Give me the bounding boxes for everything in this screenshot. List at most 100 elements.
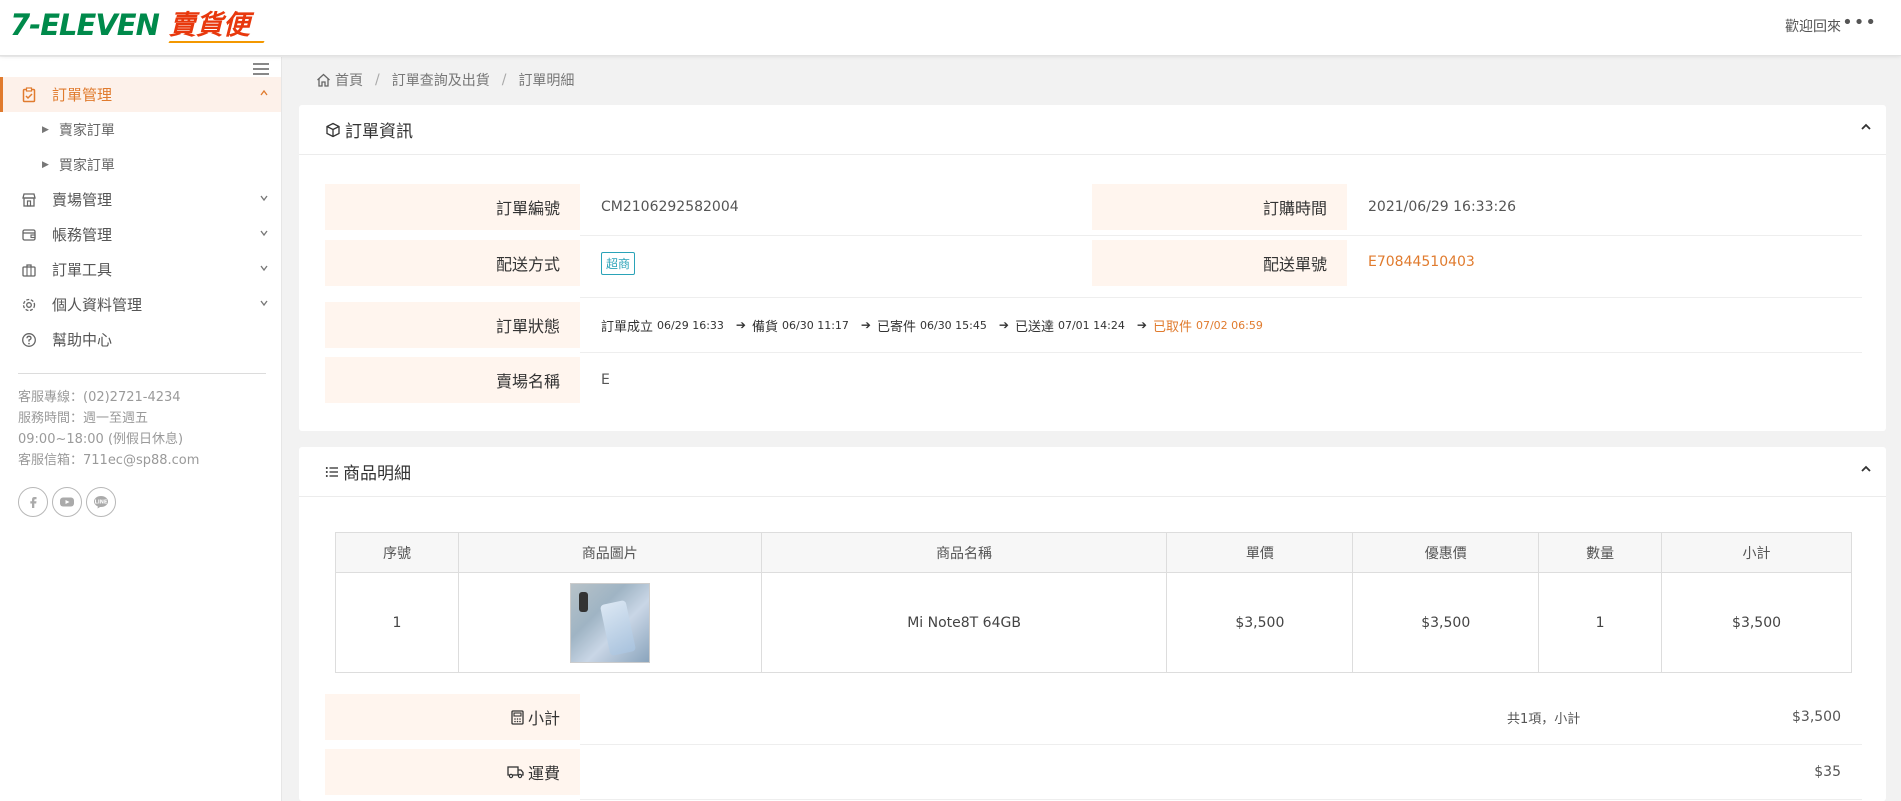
subtotal-note: 共1項，小計 [1507,711,1581,727]
calculator-icon [511,709,524,725]
order-info-header: 訂單資訊 [299,105,1886,155]
sidebar: 訂單管理 ▶ 賣家訂單 ▶ 買家訂單 賣場管理 帳務管理 訂單工具 個人資料管理… [0,57,282,801]
shipping-value: $35 [1814,764,1841,780]
status-step-name: 已送達 [1014,319,1054,335]
arrow-right-icon: ➔ [1136,318,1147,332]
sidebar-item-store-management[interactable]: 賣場管理 [0,182,281,217]
contact-info: 客服專線：(02)2721-4234 服務時間：週一至週五 09:00~18:0… [18,387,199,471]
sidebar-item-label: 訂單工具 [52,261,113,279]
status-step-time: 07/01 14:24 [1057,318,1125,332]
breadcrumb-current: 訂單明細 [518,73,575,89]
logo[interactable]: 7-ELEVEN 賣貨便 [10,11,250,40]
sidebar-divider [18,373,266,374]
order-status-value: 訂單成立 06/29 16:33 ➔ 備貨 06/30 11:17 ➔ 已寄件 … [601,302,1263,348]
shipping-label-text: 運費 [527,764,560,783]
chevron-up-icon [259,87,269,101]
clipboard-check-icon [20,86,38,104]
status-step-name: 備貨 [751,319,778,335]
chevron-down-icon [259,262,269,276]
order-no-value: CM2106292582004 [601,199,739,215]
chevron-down-icon [259,192,269,206]
sidebar-item-label: 幫助中心 [52,331,113,349]
briefcase-icon [20,261,38,279]
sidebar-item-seller-orders[interactable]: ▶ 賣家訂單 [0,112,281,147]
box-icon [325,122,341,138]
card-title: 訂單資訊 [345,122,413,142]
contact-line: 客服信箱：711ec@sp88.com [18,453,200,468]
table-header-row: 序號 商品圖片 商品名稱 單價 優惠價 數量 小計 [335,532,1852,573]
product-detail-header: 商品明細 [299,447,1886,497]
wallet-icon [20,226,38,244]
order-no-label: 訂單編號 [325,184,580,230]
cell-image [457,572,762,673]
cell-price: $3,500 [1166,572,1354,673]
logo-main: 7-ELEVEN [10,8,160,42]
breadcrumb-home[interactable]: 首頁 [335,70,363,90]
line-icon[interactable]: LINE [86,487,116,517]
contact-line: 服務時間：週一至週五 [18,411,149,426]
collapse-icon[interactable] [1860,121,1872,136]
sidebar-item-order-tools[interactable]: 訂單工具 [0,252,281,287]
store-icon [20,191,38,209]
table-row: 1 Mi Note8T 64GB $3,500 $3,500 1 $3,500 [335,572,1852,673]
truck-icon [507,765,524,779]
arrow-right-icon: ➔ [860,318,871,332]
row-divider [580,744,1862,745]
status-timeline: 訂單成立 06/29 16:33 ➔ 備貨 06/30 11:17 ➔ 已寄件 … [601,316,1263,335]
ship-method-value: 超商 [601,240,636,286]
home-icon[interactable] [316,73,331,87]
list-icon [325,465,339,479]
collapse-icon[interactable] [1860,463,1872,478]
more-icon[interactable]: ••• [1842,12,1877,33]
column-header: 數量 [1538,532,1663,573]
sidebar-item-order-management[interactable]: 訂單管理 [0,77,281,112]
status-step-name: 訂單成立 [601,319,654,335]
row-divider [580,352,1862,353]
arrow-right-icon: ➔ [735,318,746,332]
order-time-value: 2021/06/29 16:33:26 [1368,199,1517,215]
contact-line: 09:00~18:00 (例假日休息) [18,432,184,447]
youtube-icon[interactable] [52,487,82,517]
column-header: 商品名稱 [760,532,1168,573]
ship-no-link[interactable]: E70844510403 [1368,239,1475,285]
order-time-label: 訂購時間 [1092,184,1347,230]
column-header: 序號 [335,532,459,573]
status-step-name: 已寄件 [876,319,916,335]
sidebar-item-label: 帳務管理 [52,226,113,244]
facebook-icon[interactable] [18,487,48,517]
sidebar-item-label: 個人資料管理 [52,296,143,314]
column-header: 商品圖片 [457,532,762,573]
svg-text:LINE: LINE [95,499,108,505]
breadcrumb-separator: / [375,72,380,88]
sidebar-item-account-management[interactable]: 帳務管理 [0,217,281,252]
row-divider [580,235,1862,236]
chevron-down-icon [259,227,269,241]
sidebar-item-help-center[interactable]: 幫助中心 [0,322,281,357]
order-status-label: 訂單狀態 [325,302,580,348]
subtotal-value: $3,500 [1792,709,1841,725]
product-image[interactable] [569,582,650,663]
status-step-time: 06/30 11:17 [782,318,849,332]
ship-method-label: 配送方式 [325,240,580,286]
status-step-name-current: 已取件 [1152,319,1192,335]
row-divider [580,297,1862,298]
hamburger-icon[interactable] [253,63,269,75]
sidebar-item-label: 賣家訂單 [58,122,115,139]
sidebar-item-label: 賣場管理 [52,191,113,209]
chevron-down-icon [259,297,269,311]
column-header: 單價 [1166,532,1354,573]
column-header: 小計 [1661,532,1852,573]
sidebar-item-profile-management[interactable]: 個人資料管理 [0,287,281,322]
column-header: 優惠價 [1352,532,1540,573]
cell-no: 1 [335,572,459,673]
cell-name: Mi Note8T 64GB [760,572,1168,673]
subtotal-label: 小計 [325,694,580,740]
sidebar-item-label: 買家訂單 [58,157,115,174]
sidebar-item-buyer-orders[interactable]: ▶ 買家訂單 [0,147,281,182]
caret-right-icon: ▶ [42,159,49,170]
breadcrumb-order-query[interactable]: 訂單查詢及出貨 [392,70,490,90]
contact-line: 客服專線：(02)2721-4234 [18,390,181,405]
breadcrumb: 首頁 / 訂單查詢及出貨 / 訂單明細 [316,70,574,90]
arrow-right-icon: ➔ [998,318,1009,332]
logo-sub: 賣貨便 [168,10,250,41]
